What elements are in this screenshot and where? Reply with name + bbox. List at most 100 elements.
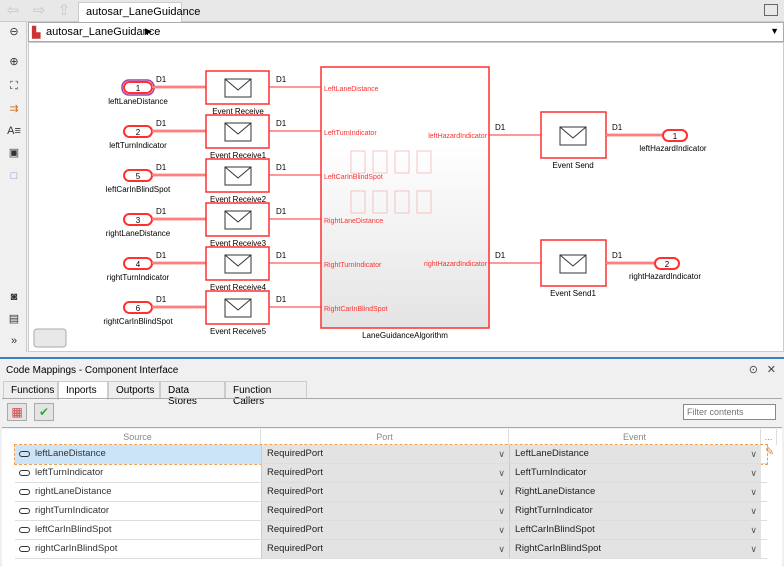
inport-icon: [19, 451, 30, 457]
table-row[interactable]: leftLaneDistance RequiredPort ∨ LeftLaneD…: [14, 444, 774, 465]
source-name: rightLaneDistance: [35, 486, 112, 497]
block-label: Event Send: [552, 161, 593, 170]
column-header-source[interactable]: Source: [15, 429, 261, 445]
event-value: LeftCarInBlindSpot: [515, 524, 595, 535]
table-row[interactable]: leftTurnIndicator RequiredPort ∨ LeftTurn…: [15, 464, 767, 483]
event-dropdown[interactable]: LeftTurnIndicator ∨: [509, 464, 761, 482]
signal-label: D1: [612, 123, 623, 132]
chevron-down-icon: ∨: [750, 468, 757, 478]
event-dropdown[interactable]: RightTurnIndicator ∨: [509, 502, 761, 520]
event-value: RightTurnIndicator: [515, 505, 593, 516]
table-row[interactable]: rightCarInBlindSpot RequiredPort ∨ RightC…: [15, 540, 767, 559]
signal-label: D1: [276, 251, 287, 260]
tab-functions[interactable]: Functions: [3, 381, 58, 399]
back-icon[interactable]: ⇦: [4, 2, 22, 20]
table-row[interactable]: rightLaneDistance RequiredPort ∨ RightLan…: [15, 483, 767, 502]
source-cell[interactable]: rightCarInBlindSpot: [15, 540, 261, 558]
signal-label: D1: [495, 251, 506, 260]
column-header-event[interactable]: Event: [509, 429, 761, 445]
property-inspector-icon[interactable]: ▤: [7, 312, 21, 326]
inports-table: Source Port Event ... leftLaneDistance R…: [2, 429, 782, 567]
port-dropdown[interactable]: RequiredPort ∨: [261, 540, 509, 558]
breadcrumb-arrow-icon[interactable]: ▶: [145, 26, 152, 37]
event-value: RightLaneDistance: [515, 486, 596, 497]
panel-menu-icon[interactable]: ⊙: [749, 363, 758, 376]
inport-number: 3: [136, 216, 141, 225]
signal-label: D1: [156, 251, 167, 260]
event-dropdown[interactable]: LeftLaneDistance ∨: [509, 445, 761, 463]
screenshot-icon[interactable]: ◙: [7, 290, 21, 304]
signal-label: D1: [276, 207, 287, 216]
block-label: Event Send1: [550, 289, 596, 298]
area-icon[interactable]: □: [7, 169, 21, 183]
subsystem-input-label: RightCarInBlindSpot: [324, 306, 387, 313]
column-header-port[interactable]: Port: [261, 429, 509, 445]
port-dropdown[interactable]: RequiredPort ∨: [261, 445, 509, 463]
table-row[interactable]: leftCarInBlindSpot RequiredPort ∨ LeftCar…: [15, 521, 767, 540]
event-value: RightCarInBlindSpot: [515, 543, 602, 554]
inport-label: leftTurnIndicator: [109, 141, 167, 150]
port-dropdown[interactable]: RequiredPort ∨: [261, 502, 509, 520]
tab-outports[interactable]: Outports: [108, 381, 160, 399]
block-diagram: 1leftLaneDistanceD1Event ReceiveD1LeftLa…: [33, 66, 707, 348]
keyboard-icon[interactable]: [764, 4, 778, 16]
model-tab[interactable]: autosar_LaneGuidance: [78, 2, 200, 22]
fit-view-icon[interactable]: ⛶: [7, 79, 21, 93]
tab-function-callers[interactable]: Function Callers: [225, 381, 307, 407]
event-dropdown[interactable]: LeftCarInBlindSpot ∨: [509, 521, 761, 539]
signal-label: D1: [612, 251, 623, 260]
block-label: Event Receive5: [210, 327, 267, 336]
panel-title: Code Mappings - Component Interface: [6, 365, 179, 376]
inport-label: rightLaneDistance: [106, 229, 171, 238]
signal-label: D1: [495, 123, 506, 132]
inport-icon: [19, 546, 30, 552]
source-cell[interactable]: leftTurnIndicator: [15, 464, 261, 482]
subsystem-output-label: leftHazardIndicator: [428, 133, 487, 140]
address-bar[interactable]: ▙ autosar_LaneGuidance ▶ ▼: [28, 22, 784, 42]
signal-lines-icon[interactable]: ⇉: [7, 102, 21, 116]
edit-pencil-icon[interactable]: ✎: [765, 445, 774, 458]
table-row[interactable]: rightTurnIndicator RequiredPort ∨ RightTu…: [15, 502, 767, 521]
outport-number: 1: [673, 132, 678, 141]
signal-label: D1: [156, 207, 167, 216]
filter-input[interactable]: [683, 404, 776, 420]
port-dropdown[interactable]: RequiredPort ∨: [261, 521, 509, 539]
source-cell[interactable]: rightLaneDistance: [15, 483, 261, 501]
up-icon[interactable]: ⇧: [55, 2, 73, 20]
column-options[interactable]: ...: [761, 429, 777, 445]
event-value: LeftLaneDistance: [515, 448, 589, 459]
dropdown-icon[interactable]: ▼: [770, 26, 779, 36]
signal-label: D1: [156, 163, 167, 172]
inport-label: leftCarInBlindSpot: [106, 185, 171, 194]
close-icon[interactable]: ✕: [767, 363, 776, 376]
port-dropdown[interactable]: RequiredPort ∨: [261, 483, 509, 501]
validate-button[interactable]: ✔: [34, 403, 54, 421]
breadcrumb[interactable]: autosar_LaneGuidance: [46, 26, 160, 38]
port-value: RequiredPort: [267, 448, 323, 459]
outport-number: 2: [665, 260, 670, 269]
image-icon[interactable]: ▣: [7, 146, 21, 160]
source-name: rightCarInBlindSpot: [35, 543, 118, 554]
forward-icon[interactable]: ⇨: [30, 2, 48, 20]
expand-icon[interactable]: »: [7, 334, 21, 348]
canvas-view-controls[interactable]: [33, 328, 67, 348]
tab-data-stores[interactable]: Data Stores: [160, 381, 225, 407]
inport-icon: [19, 489, 30, 495]
source-cell[interactable]: leftLaneDistance: [15, 445, 261, 463]
port-dropdown[interactable]: RequiredPort ∨: [261, 464, 509, 482]
hide-browser-icon[interactable]: ⊖: [7, 25, 21, 39]
inport-icon: [19, 470, 30, 476]
event-dropdown[interactable]: RightLaneDistance ∨: [509, 483, 761, 501]
top-bar: ⇦ ⇨ ⇧ autosar_LaneGuidance: [0, 0, 784, 22]
source-cell[interactable]: rightTurnIndicator: [15, 502, 261, 520]
chevron-down-icon: ∨: [750, 544, 757, 554]
configure-button[interactable]: ▦: [7, 403, 27, 421]
event-dropdown[interactable]: RightCarInBlindSpot ∨: [509, 540, 761, 558]
inport-label: leftLaneDistance: [108, 97, 168, 106]
annotation-icon[interactable]: A≡: [7, 124, 21, 138]
subsystem-block[interactable]: [320, 66, 490, 329]
source-cell[interactable]: leftCarInBlindSpot: [15, 521, 261, 539]
model-canvas[interactable]: 1 leftLaneDistance D1 Event Receive D1 LeftLa…: [28, 42, 784, 352]
zoom-icon[interactable]: ⊕: [7, 55, 21, 69]
inport-number: 1: [136, 84, 141, 93]
